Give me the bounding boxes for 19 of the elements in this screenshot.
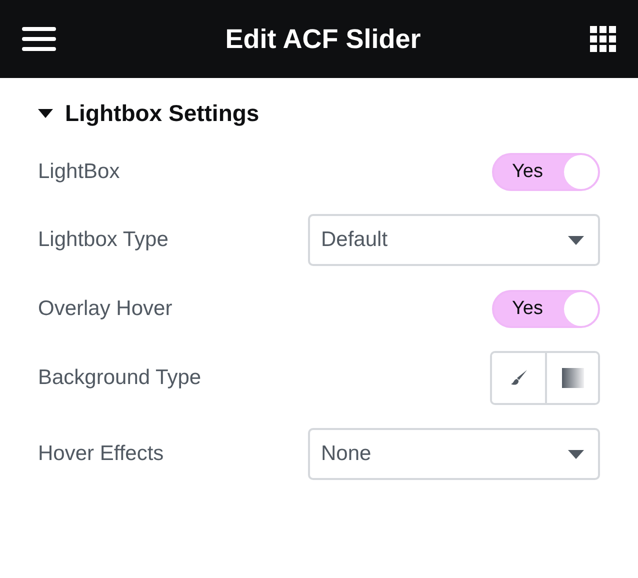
field-label: Hover Effects bbox=[38, 442, 164, 466]
field-label: Background Type bbox=[38, 366, 202, 390]
field-label: Lightbox Type bbox=[38, 228, 168, 252]
section-header[interactable]: Lightbox Settings bbox=[38, 100, 600, 127]
toggle-switch[interactable]: Yes bbox=[492, 153, 600, 191]
select-dropdown[interactable]: None bbox=[308, 428, 600, 480]
select-dropdown[interactable]: Default bbox=[308, 214, 600, 266]
choice-button[interactable] bbox=[545, 353, 598, 403]
caret-icon bbox=[568, 450, 584, 458]
field-label: Overlay Hover bbox=[38, 297, 172, 321]
toggle-switch[interactable]: Yes bbox=[492, 290, 600, 328]
panel-title: Edit ACF Slider bbox=[225, 24, 421, 54]
caret-icon bbox=[38, 109, 53, 118]
gradient-icon bbox=[562, 368, 584, 388]
field-label: LightBox bbox=[38, 160, 120, 184]
brush-icon bbox=[508, 368, 528, 388]
grid-icon[interactable] bbox=[590, 26, 616, 52]
menu-icon[interactable] bbox=[22, 26, 56, 52]
caret-icon bbox=[568, 236, 584, 244]
